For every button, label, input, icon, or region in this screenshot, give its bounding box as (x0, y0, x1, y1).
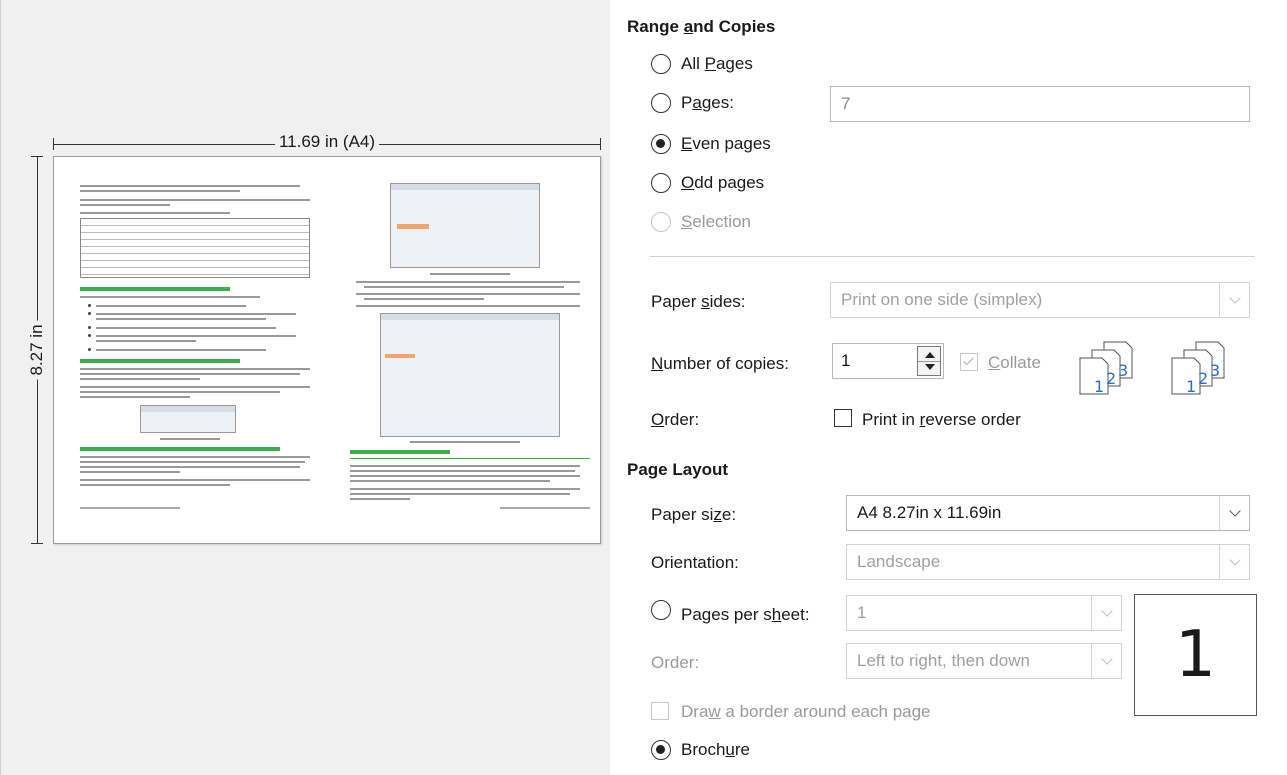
height-dimension-label: 8.27 in (27, 320, 47, 380)
print-preview-panel: 11.69 in (A4) 8.27 in (0, 0, 610, 775)
page-preview (53, 156, 601, 544)
layout-order-select[interactable]: Left to right, then down (846, 643, 1122, 679)
all-pages-radio[interactable] (651, 54, 671, 74)
chevron-down-icon (1219, 545, 1249, 579)
preview-left-page (80, 175, 320, 515)
preview-heading-printer (80, 359, 240, 363)
svg-text:2: 2 (1106, 369, 1116, 388)
orientation-select[interactable]: Landscape (846, 544, 1250, 580)
paper-size-select[interactable]: A4 8.27in x 11.69in (846, 495, 1250, 531)
paper-size-label: Paper size: (651, 505, 737, 524)
selection-radio[interactable] (651, 212, 671, 232)
svg-text:3: 3 (1210, 361, 1220, 380)
all-pages-label[interactable]: All Pages (681, 54, 753, 74)
decrement-icon[interactable] (925, 364, 935, 370)
pages-per-sheet-label[interactable]: Pages per sheet: (681, 605, 810, 625)
reverse-order-label[interactable]: Print in reverse order (862, 410, 1021, 430)
reverse-order-checkbox[interactable] (834, 409, 852, 427)
preview-right-page (350, 175, 590, 515)
copies-value[interactable]: 1 (841, 351, 850, 371)
chevron-down-icon (1219, 496, 1249, 530)
preview-heading-digital (350, 450, 450, 454)
odd-pages-label[interactable]: Odd pages (681, 173, 764, 193)
even-pages-label[interactable]: Even pages (681, 134, 771, 154)
range-separator (650, 256, 1255, 257)
draw-border-label[interactable]: Draw a border around each page (681, 702, 931, 722)
copies-order-label: Order: (651, 410, 700, 429)
collate-checkbox[interactable] (960, 353, 978, 371)
width-dimension: 11.69 in (A4) (53, 132, 601, 156)
checkmark-icon (963, 354, 974, 366)
chevron-down-icon (1219, 283, 1249, 317)
width-dimension-label: 11.69 in (A4) (274, 132, 380, 152)
svg-text:1: 1 (1094, 377, 1104, 396)
layout-order-label: Order: (651, 653, 700, 672)
paper-sides-select[interactable]: Print on one side (simplex) (830, 282, 1250, 318)
print-options-panel: Range and Copies All Pages Pages: 7 Even… (610, 0, 1287, 775)
pages-radio[interactable] (651, 93, 671, 113)
brochure-label[interactable]: Brochure (681, 740, 750, 760)
collate-label[interactable]: Collate (988, 353, 1041, 373)
orientation-label: Orientation: (651, 553, 739, 572)
number-of-copies-label: Number of copies: (651, 354, 789, 373)
height-dimension: 8.27 in (25, 156, 49, 544)
odd-pages-radio[interactable] (651, 173, 671, 193)
svg-text:1: 1 (1186, 377, 1196, 396)
collate-pages-icon-2: 3 2 1 (1171, 341, 1225, 396)
selection-label[interactable]: Selection (681, 212, 751, 232)
draw-border-checkbox[interactable] (651, 702, 669, 720)
paper-sides-label: Paper sides: (651, 292, 746, 311)
even-pages-radio[interactable] (651, 134, 671, 154)
chevron-down-icon (1091, 644, 1121, 678)
preview-heading-general (80, 287, 230, 291)
page-layout-heading: Page Layout (627, 460, 729, 479)
chevron-down-icon (1091, 596, 1121, 630)
pages-per-sheet-radio[interactable] (651, 600, 671, 620)
pages-range-input[interactable]: 7 (830, 86, 1250, 122)
svg-text:2: 2 (1198, 369, 1208, 388)
copies-stepper[interactable]: 1 (832, 343, 944, 379)
increment-icon[interactable] (925, 352, 935, 358)
pages-per-sheet-select[interactable]: 1 (846, 595, 1122, 631)
collate-pages-icon: 3 2 1 (1079, 341, 1133, 396)
pages-label[interactable]: Pages: (681, 93, 734, 113)
copies-stepper-buttons[interactable] (917, 346, 941, 376)
pages-per-sheet-preview: 1 (1134, 594, 1257, 716)
range-and-copies-heading: Range and Copies (627, 17, 776, 36)
brochure-radio[interactable] (651, 740, 671, 760)
svg-text:3: 3 (1118, 361, 1128, 380)
preview-heading-multiple (80, 447, 280, 451)
